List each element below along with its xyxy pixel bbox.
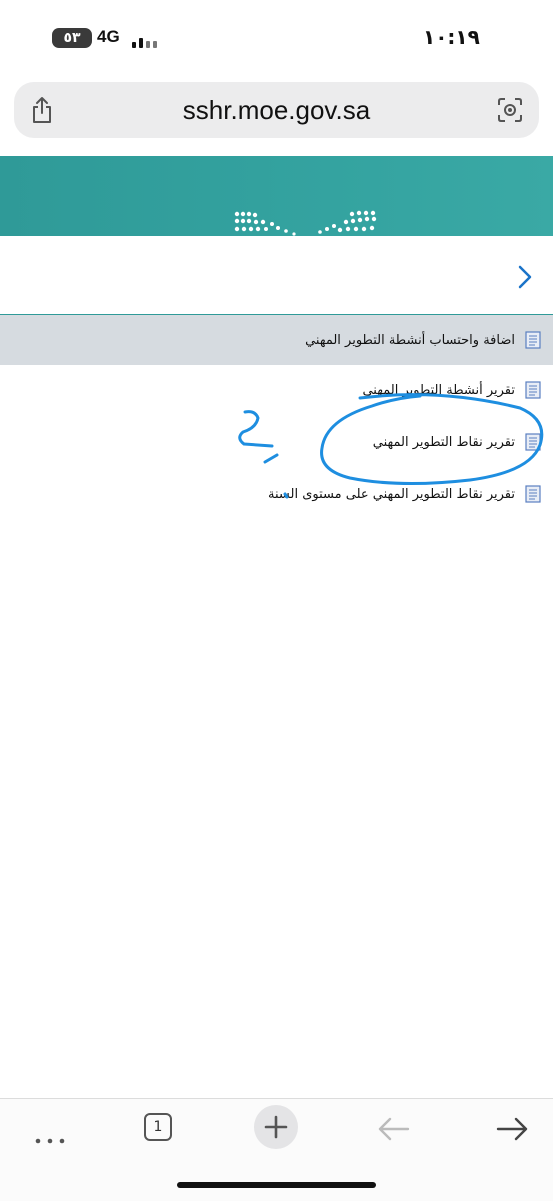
ministry-logo [234, 210, 377, 236]
forward-arrow-icon[interactable] [490, 1111, 534, 1151]
network-type: 4G [97, 27, 120, 46]
document-icon [525, 331, 541, 349]
clock: ١٠:١٩ [423, 25, 480, 49]
document-icon [525, 381, 541, 399]
menu-item-label: تقرير أنشطة التطوير المهني [362, 382, 515, 398]
menu-item-label: تقرير نقاط التطوير المهني على مستوى السن… [268, 486, 515, 502]
new-tab-button[interactable] [254, 1105, 298, 1149]
menu-item-label: تقرير نقاط التطوير المهني [372, 434, 515, 450]
menu-item-yearly-points-report[interactable]: تقرير نقاط التطوير المهني على مستوى السن… [0, 476, 553, 512]
more-icon[interactable] [28, 1111, 72, 1151]
tab-switcher-button[interactable]: 1 [144, 1113, 172, 1141]
menu-toggle-row[interactable] [0, 238, 553, 315]
back-arrow-icon[interactable] [372, 1111, 416, 1151]
menu-item-label: اضافة واحتساب أنشطة التطوير المهني [305, 332, 515, 348]
plus-icon [264, 1115, 288, 1139]
document-icon [525, 433, 541, 451]
menu-item-activities-report[interactable]: تقرير أنشطة التطوير المهني [0, 372, 553, 408]
chevron-right-icon[interactable] [517, 264, 533, 290]
document-icon [525, 485, 541, 503]
menu-item-add-activities[interactable]: اضافة واحتساب أنشطة التطوير المهني [0, 315, 553, 365]
address-bar[interactable]: sshr.moe.gov.sa [14, 82, 539, 138]
home-indicator [177, 1182, 376, 1188]
lens-icon[interactable] [497, 97, 523, 123]
url-text[interactable]: sshr.moe.gov.sa [14, 95, 539, 126]
carrier-badge: ٥٣ [52, 28, 92, 48]
menu-item-points-report[interactable]: تقرير نقاط التطوير المهني [0, 424, 553, 460]
signal-strength-icon [132, 30, 162, 48]
status-bar: ٥٣ 4G ١٠:١٩ [0, 0, 553, 78]
